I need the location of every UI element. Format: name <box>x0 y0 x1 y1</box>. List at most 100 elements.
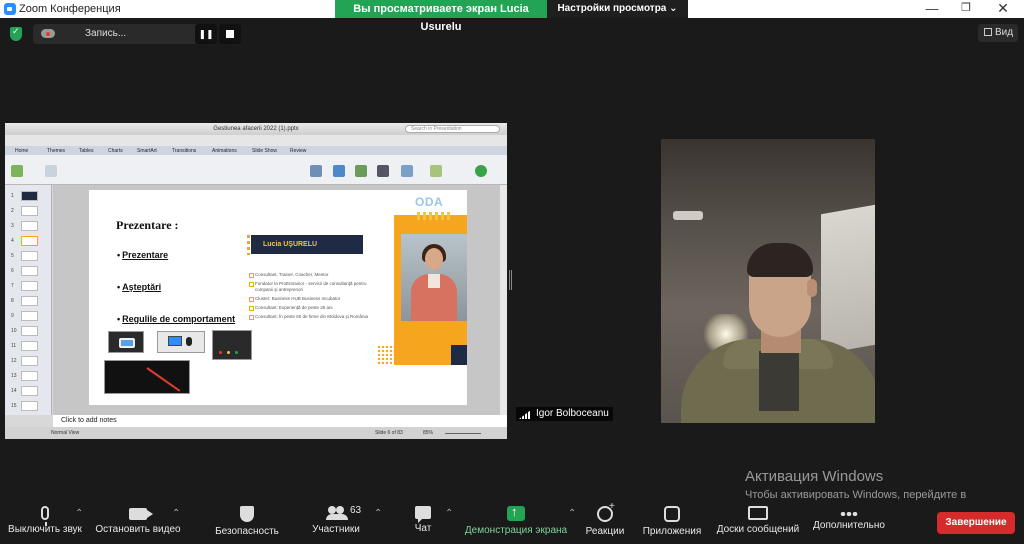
video-label: Остановить видео <box>95 524 181 535</box>
monitor-icon <box>168 336 182 346</box>
chat-label: Чат <box>414 523 432 534</box>
camera-icon <box>129 508 153 520</box>
slide-thumbnail <box>21 251 38 261</box>
slide-number: 7 <box>11 283 14 289</box>
ribbon-tab: SmartArt <box>137 148 157 154</box>
slide-number: 3 <box>11 223 14 229</box>
more-label: Дополнительно <box>813 520 885 531</box>
ribbon-tab: Review <box>290 148 307 154</box>
decorative-dot-grid <box>377 345 397 365</box>
speaker-info-line: Fondator la ProEntrainor - servicii de c… <box>249 281 380 293</box>
ppt-ribbon <box>5 155 507 185</box>
whiteboards-button[interactable]: Доски сообщений <box>714 502 802 535</box>
ppt-status-bar: Normal View Slide 6 of 83 85% <box>5 427 507 439</box>
decorative-dots <box>247 235 250 255</box>
chat-button[interactable]: Чат <box>408 502 438 534</box>
car-window <box>821 203 875 355</box>
speaker-info-line: Cluster: Business HUB Business Incubator <box>249 296 380 302</box>
share-options-caret[interactable]: ⌃ <box>568 508 576 519</box>
ppt-search-input: Search in Presentation <box>405 125 500 133</box>
stop-video-button[interactable]: Остановить видео <box>92 502 184 535</box>
photo-face <box>425 248 443 270</box>
mute-button[interactable]: Выключить звук <box>4 502 86 535</box>
reactions-icon <box>597 501 615 522</box>
ribbon-tab: Transitions <box>172 148 197 154</box>
zoom-logo-icon <box>4 3 16 15</box>
participants-options-caret[interactable]: ⌃ <box>374 508 382 519</box>
view-settings-label: Настройки просмотра <box>557 3 667 14</box>
slide-thumbnail <box>21 191 38 201</box>
status-zoom: 85% <box>423 430 434 436</box>
share-screen-icon <box>507 504 525 521</box>
app-title: Zoom Конференция <box>19 3 121 15</box>
speaker-photo <box>401 234 467 321</box>
meeting-toolbar: Выключить звук ⌃ Остановить видео ⌃ Безо… <box>0 500 1024 544</box>
title-bar: Zoom Конференция Вы просматриваете экран… <box>0 0 1024 33</box>
speaker-info-line: Consultant, Trainer, Coacher, Mentor <box>249 272 380 278</box>
more-dots-icon <box>840 512 858 516</box>
chat-options-caret[interactable]: ⌃ <box>445 508 453 519</box>
slide-image-controls <box>212 330 252 360</box>
participants-icon: 63 <box>326 505 361 520</box>
participants-label: Участники <box>312 524 360 535</box>
slide-thumbnail-pane: 1 2 3 4 5 6 7 8 9 10 11 12 13 14 15 <box>5 185 52 415</box>
screen-share-banner: Вы просматриваете экран Lucia Usurelu <box>335 0 547 33</box>
speaker-info-line: Consultant: Experienţă de peste 25 ani <box>249 305 380 311</box>
notes-pane: Click to add notes <box>53 415 507 427</box>
ppt-quick-toolbar <box>5 135 507 146</box>
ribbon-tab: Charts <box>108 148 123 154</box>
cloud-recording-icon <box>41 29 55 38</box>
view-layout-button[interactable]: Вид <box>978 24 1018 42</box>
pause-recording-button[interactable]: ❚❚ <box>195 24 217 44</box>
participant-name-tag: Igor Bolboceanu <box>516 407 613 421</box>
video-options-caret[interactable]: ⌃ <box>172 508 180 519</box>
slide-number: 10 <box>11 328 17 334</box>
slide-number: 9 <box>11 313 14 319</box>
split-view-handle[interactable] <box>509 270 512 290</box>
minimize-button[interactable]: — <box>915 0 949 18</box>
whiteboard-icon <box>748 506 768 520</box>
slide-image-toolbar <box>104 360 190 394</box>
ribbon-tab: Tables <box>79 148 94 154</box>
view-label: Вид <box>995 27 1014 38</box>
slide-thumbnail <box>21 221 38 231</box>
participant-name: Igor Bolboceanu <box>536 408 609 419</box>
more-button[interactable]: Дополнительно <box>810 502 888 531</box>
phone-icon <box>119 338 135 348</box>
audio-options-caret[interactable]: ⌃ <box>75 508 83 519</box>
microphone-icon <box>41 506 49 526</box>
end-meeting-button[interactable]: Завершение <box>937 512 1015 534</box>
ribbon-tab: Themes <box>47 148 66 154</box>
slide-scrollbar <box>500 185 507 415</box>
ribbon-tab: Animations <box>212 148 237 154</box>
zoom-slider <box>445 433 481 434</box>
slide-thumbnail <box>21 296 38 306</box>
slide-thumbnail <box>21 281 38 291</box>
participant-video[interactable] <box>661 139 875 423</box>
arrange-icon <box>401 165 413 177</box>
ribbon-tab: Slide Show <box>252 148 278 154</box>
apps-button[interactable]: Приложения <box>640 502 704 537</box>
close-window-button[interactable]: ✕ <box>986 0 1020 18</box>
stop-recording-button[interactable] <box>219 24 241 44</box>
slide-thumbnail <box>21 206 38 216</box>
slide-number: 11 <box>11 343 17 349</box>
reactions-button[interactable]: Реакции <box>584 501 626 537</box>
slide-thumbnail-selected <box>21 236 38 246</box>
encryption-shield-icon[interactable] <box>10 26 22 41</box>
slide-thumbnail <box>21 341 38 351</box>
participants-button[interactable]: 63 Участники <box>306 502 366 535</box>
ribbon-tab: Home <box>15 148 29 154</box>
slide-bullet: Aşteptări <box>117 282 161 292</box>
slide-thumbnail <box>21 266 38 276</box>
slide-thumbnail <box>21 401 38 411</box>
mic-off-icon <box>186 337 192 346</box>
security-button[interactable]: Безопасность <box>212 502 282 537</box>
maximize-button[interactable]: ❐ <box>949 0 983 18</box>
view-settings-button[interactable]: Настройки просмотра ⌄ <box>547 0 688 18</box>
share-screen-button[interactable]: Демонстрация экрана <box>464 502 568 536</box>
reactions-label: Реакции <box>585 526 625 537</box>
slide-title: Prezentare : <box>116 218 179 232</box>
slide-number: 2 <box>11 208 14 214</box>
logo-stripes <box>417 212 451 220</box>
